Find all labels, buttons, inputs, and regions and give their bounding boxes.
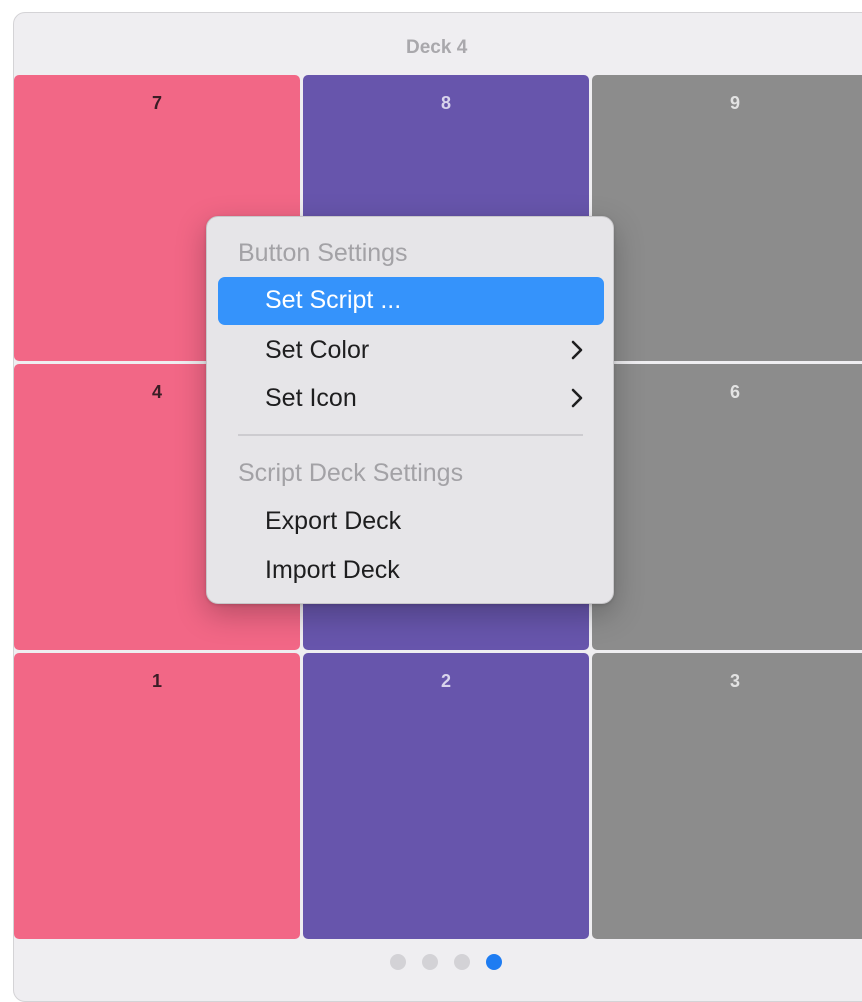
page-indicator — [14, 951, 862, 975]
title-bar: Deck 4 — [14, 13, 862, 75]
deck-key-6[interactable]: 6 — [592, 364, 862, 650]
window-title: Deck 4 — [406, 37, 468, 58]
import-deck-item[interactable]: Import Deck — [218, 547, 604, 595]
chevron-right-icon — [571, 388, 583, 408]
key-label: 1 — [151, 671, 162, 691]
set-script-label: Set Script ... — [265, 286, 402, 314]
key-label: 7 — [151, 93, 162, 113]
set-icon-item[interactable]: Set Icon — [218, 375, 604, 423]
export-deck-label: Export Deck — [265, 507, 402, 535]
key-label: 9 — [729, 93, 740, 113]
key-label: 8 — [440, 93, 451, 113]
set-color-item[interactable]: Set Color — [218, 327, 604, 375]
deck-key-3[interactable]: 3 — [592, 653, 862, 939]
chevron-right-icon — [571, 340, 583, 360]
deck-key-1[interactable]: 1 — [14, 653, 300, 939]
key-label: 3 — [729, 671, 740, 691]
context-menu: Button Settings Set Script ... Set Color… — [206, 216, 614, 604]
page-dot-3[interactable] — [454, 954, 470, 970]
page-dot-4[interactable] — [486, 954, 502, 970]
menu-separator — [238, 434, 583, 436]
deck-key-2[interactable]: 2 — [303, 653, 589, 939]
key-label: 6 — [729, 382, 740, 402]
set-icon-label: Set Icon — [265, 384, 357, 412]
script-deck-settings-header: Script Deck Settings — [238, 459, 464, 487]
set-script-item[interactable]: Set Script ... — [218, 277, 604, 325]
key-label: 2 — [440, 671, 451, 691]
page-dot-1[interactable] — [390, 954, 406, 970]
import-deck-label: Import Deck — [265, 556, 400, 584]
export-deck-item[interactable]: Export Deck — [218, 498, 604, 546]
deck-key-9[interactable]: 9 — [592, 75, 862, 361]
button-settings-header: Button Settings — [238, 239, 408, 267]
page-dot-2[interactable] — [422, 954, 438, 970]
set-color-label: Set Color — [265, 336, 370, 364]
